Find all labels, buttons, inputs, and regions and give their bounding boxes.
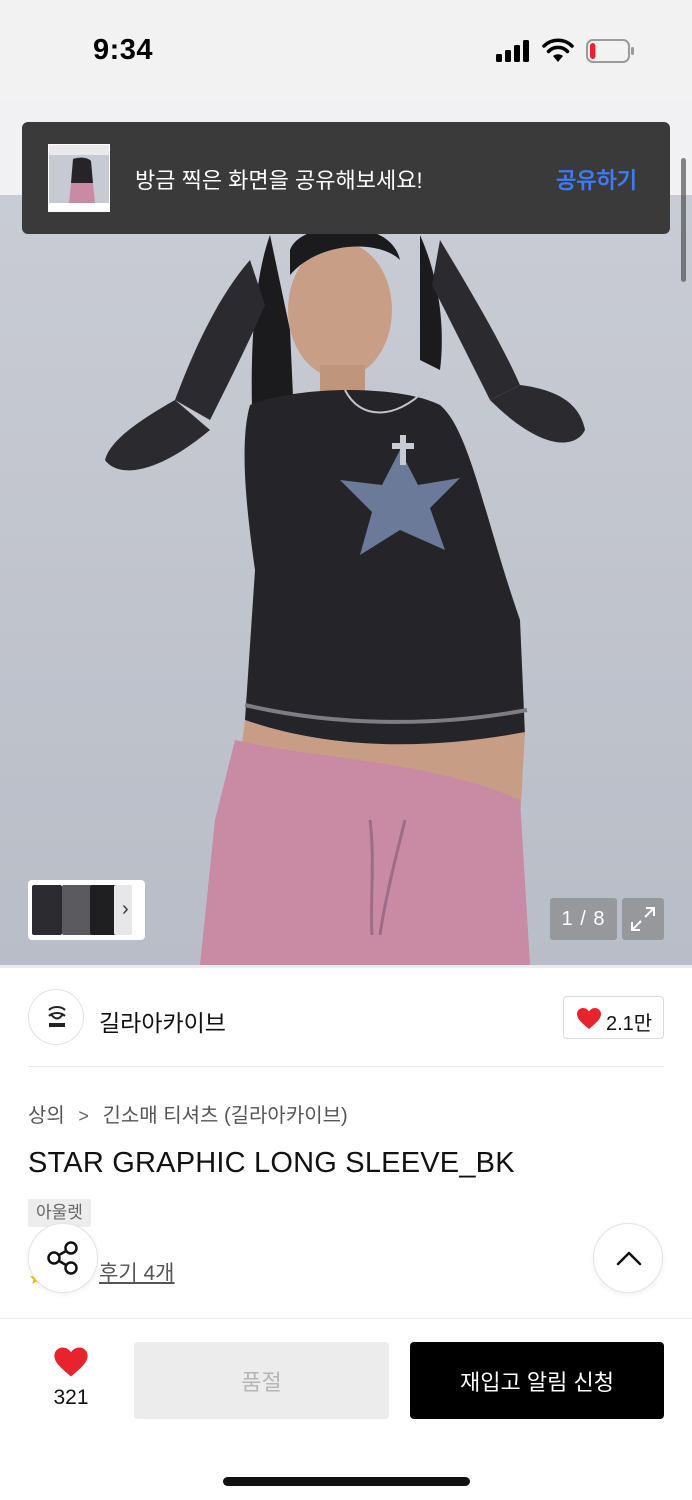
expand-icon — [631, 907, 655, 931]
divider — [0, 965, 692, 968]
brand-like-count: 2.1만 — [606, 1013, 653, 1035]
share-toast: 방금 찍은 화면을 공유해보세요! 공유하기 — [22, 122, 670, 234]
screenshot-thumbnail[interactable] — [48, 144, 110, 212]
status-time: 9:34 — [93, 34, 154, 66]
share-icon — [47, 1241, 78, 1275]
divider — [28, 1066, 664, 1067]
soldout-button: 품절 — [134, 1342, 389, 1419]
brand-like-button[interactable]: 2.1만 — [563, 996, 664, 1039]
breadcrumb-item[interactable]: 긴소매 티셔츠 (길라아카이브) — [102, 1099, 347, 1128]
brand-logo[interactable] — [28, 989, 84, 1045]
heart-icon — [577, 1008, 601, 1029]
share-fab[interactable] — [28, 1223, 98, 1293]
thumbnail-2[interactable] — [62, 885, 92, 935]
scrollbar[interactable] — [681, 158, 686, 282]
breadcrumb-item[interactable]: 상의 — [28, 1099, 65, 1128]
heart-icon — [54, 1347, 88, 1377]
thumbnail-1[interactable] — [32, 885, 62, 935]
product-title: STAR GRAPHIC LONG SLEEVE_BK — [28, 1147, 515, 1179]
image-counter: 1 / 8 — [550, 898, 617, 940]
battery-icon — [586, 39, 634, 63]
breadcrumb: 상의 > 긴소매 티셔츠 (길라아카이브) — [28, 1099, 348, 1128]
wifi-icon — [542, 38, 574, 62]
brand-name[interactable]: 길라아카이브 — [99, 1004, 226, 1038]
chevron-right-icon: > — [78, 1106, 89, 1126]
review-link[interactable]: 후기 4개 — [99, 1257, 174, 1287]
toast-message: 방금 찍은 화면을 공유해보세요! — [135, 168, 423, 193]
expand-button[interactable] — [622, 898, 664, 940]
chevron-right-icon[interactable]: › — [122, 898, 129, 921]
chevron-up-icon — [616, 1251, 642, 1266]
status-bar: 9:34 — [0, 0, 692, 100]
restock-alert-button[interactable]: 재입고 알림 신청 — [410, 1342, 664, 1419]
wishlist-count: 321 — [53, 1386, 89, 1409]
signal-icon — [496, 40, 532, 62]
home-indicator — [223, 1477, 470, 1486]
scroll-top-button[interactable] — [593, 1223, 663, 1293]
share-button[interactable]: 공유하기 — [556, 163, 637, 195]
